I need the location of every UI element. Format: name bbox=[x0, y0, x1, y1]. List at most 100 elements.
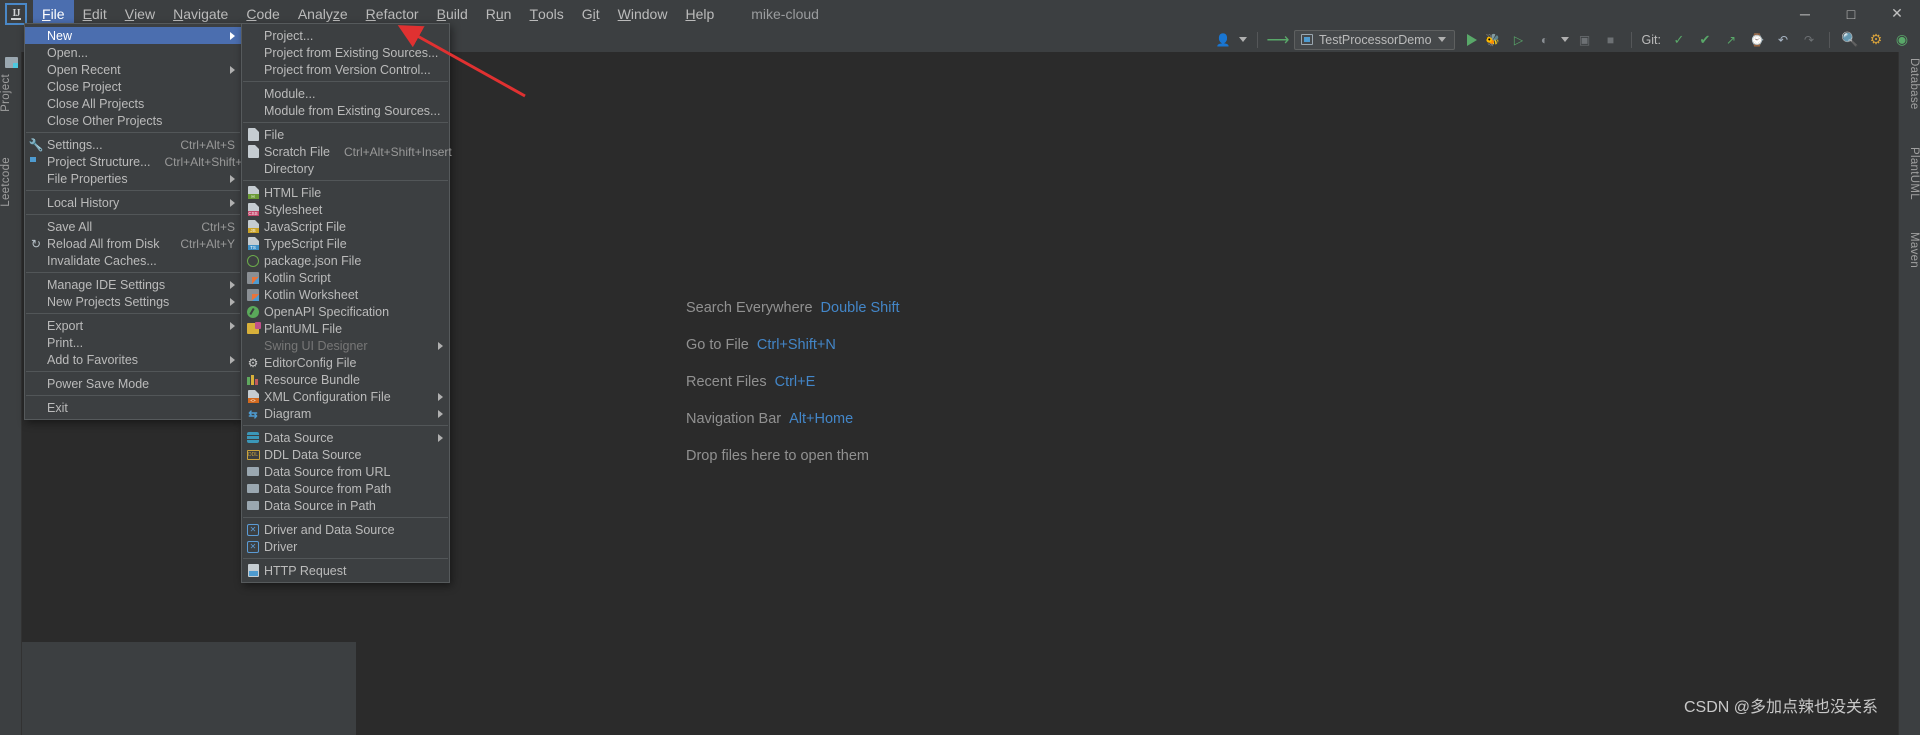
new-menu-item-plantuml-file[interactable]: PlantUML File bbox=[242, 320, 449, 337]
file-menu-item-invalidate-caches[interactable]: Invalidate Caches... bbox=[25, 252, 241, 269]
sidebar-item-maven[interactable]: Maven bbox=[1898, 232, 1920, 268]
attach-icon[interactable]: ▣ bbox=[1575, 30, 1595, 50]
new-menu-item-scratch-file[interactable]: Scratch File Ctrl+Alt+Shift+Insert bbox=[242, 143, 452, 160]
new-menu-item-kotlin-worksheet[interactable]: Kotlin Worksheet bbox=[242, 286, 449, 303]
watermark-text: CSDN @多加点辣也没关系 bbox=[1683, 699, 1878, 716]
sidebar-item-leetcode[interactable]: Leetcode bbox=[0, 157, 22, 207]
minimize-button[interactable]: ─ bbox=[1782, 0, 1828, 27]
new-menu-item-file[interactable]: File bbox=[242, 126, 449, 143]
new-menu-item-resource-bundle[interactable]: Resource Bundle bbox=[242, 371, 449, 388]
redo-icon[interactable]: ↷ bbox=[1799, 30, 1819, 50]
driver-icon: ✕ bbox=[247, 540, 259, 553]
window-user-label: mike-cloud bbox=[751, 5, 819, 22]
close-button[interactable]: ✕ bbox=[1874, 0, 1920, 27]
new-menu-item-directory[interactable]: Directory bbox=[242, 160, 449, 177]
new-menu-item-kotlin-script[interactable]: Kotlin Script bbox=[242, 269, 449, 286]
git-update-icon[interactable]: ✓ bbox=[1669, 30, 1689, 50]
profiler-icon[interactable]: ◐ bbox=[1535, 30, 1555, 50]
configuration-icon bbox=[1301, 34, 1313, 45]
menu-item-icon-slot bbox=[242, 304, 264, 320]
new-menu-item-project[interactable]: Project... bbox=[242, 27, 449, 44]
new-menu-item-ddl-data-source[interactable]: DDL DDL Data Source bbox=[242, 446, 449, 463]
file-menu-item-settings[interactable]: 🔧 Settings... Ctrl+Alt+S bbox=[25, 136, 241, 153]
menubar-item-help[interactable]: Help bbox=[676, 0, 723, 27]
file-menu-item-reload-all-from-disk[interactable]: ↻ Reload All from Disk Ctrl+Alt+Y bbox=[25, 235, 241, 252]
file-menu-item-add-to-favorites[interactable]: Add to Favorites bbox=[25, 351, 241, 368]
menu-item-label: Kotlin Worksheet bbox=[264, 287, 359, 302]
new-menu-item-stylesheet[interactable]: CSS Stylesheet bbox=[242, 201, 449, 218]
chevron-down-icon[interactable] bbox=[1239, 37, 1247, 42]
menu-separator bbox=[243, 425, 448, 426]
menu-item-label: Open... bbox=[47, 45, 88, 60]
file-menu-item-exit[interactable]: Exit bbox=[25, 399, 241, 416]
undo-icon[interactable]: ↶ bbox=[1773, 30, 1793, 50]
plantuml-icon bbox=[247, 322, 261, 334]
sidebar-item-plantuml[interactable]: PlantUML bbox=[1898, 147, 1920, 200]
menu-item-label: Close Project bbox=[47, 79, 122, 94]
menu-item-icon-slot bbox=[242, 338, 264, 354]
new-menu-item-typescript-file[interactable]: TS TypeScript File bbox=[242, 235, 449, 252]
data-source-icon bbox=[247, 432, 259, 443]
menubar-item-git[interactable]: Git bbox=[573, 0, 609, 27]
new-menu-item-data-source-from-path[interactable]: Data Source from Path bbox=[242, 480, 449, 497]
new-menu-item-editorconfig-file[interactable]: ⚙ EditorConfig File bbox=[242, 354, 449, 371]
file-menu-item-manage-ide-settings[interactable]: Manage IDE Settings bbox=[25, 276, 241, 293]
file-menu-item-new-projects-settings[interactable]: New Projects Settings bbox=[25, 293, 241, 310]
new-menu-item-http-request[interactable]: HTTP Request bbox=[242, 562, 449, 579]
plugin-icon[interactable]: ◉ bbox=[1892, 30, 1912, 50]
menubar-item-run[interactable]: Run bbox=[477, 0, 521, 27]
file-menu-item-export[interactable]: Export bbox=[25, 317, 241, 334]
file-menu-item-power-save-mode[interactable]: Power Save Mode bbox=[25, 375, 241, 392]
run-icon[interactable] bbox=[1466, 33, 1477, 46]
file-menu-item-close-all-projects[interactable]: Close All Projects bbox=[25, 95, 241, 112]
file-menu-item-save-all[interactable]: Save All Ctrl+S bbox=[25, 218, 241, 235]
file-menu-item-close-other-projects[interactable]: Close Other Projects bbox=[25, 112, 241, 129]
new-menu-item-data-source-in-path[interactable]: Data Source in Path bbox=[242, 497, 449, 514]
file-menu-item-local-history[interactable]: Local History bbox=[25, 194, 241, 211]
debug-icon[interactable]: 🐝 bbox=[1483, 30, 1503, 50]
new-menu-item-openapi-specification[interactable]: OpenAPI Specification bbox=[242, 303, 449, 320]
chevron-down-icon[interactable] bbox=[1560, 37, 1569, 42]
user-avatar-icon[interactable]: 👤 bbox=[1213, 30, 1233, 50]
new-menu-item-data-source-from-url[interactable]: Data Source from URL bbox=[242, 463, 449, 480]
new-menu-item-data-source[interactable]: Data Source bbox=[242, 429, 449, 446]
new-menu-item-xml-configuration-file[interactable]: <> XML Configuration File bbox=[242, 388, 449, 405]
sidebar-item-project[interactable]: Project bbox=[0, 74, 22, 112]
file-menu-item-print[interactable]: Print... bbox=[25, 334, 241, 351]
new-menu-item-html-file[interactable]: H HTML File bbox=[242, 184, 449, 201]
file-menu-item-close-project[interactable]: Close Project bbox=[25, 78, 241, 95]
git-commit-icon[interactable]: ✔ bbox=[1695, 30, 1715, 50]
stop-icon[interactable]: ■ bbox=[1601, 30, 1621, 50]
settings-icon[interactable]: ⚙ bbox=[1866, 30, 1886, 50]
file-menu-item-open[interactable]: Open... bbox=[25, 44, 241, 61]
file-menu-item-new[interactable]: New bbox=[25, 27, 241, 44]
new-menu-item-project-from-version-control[interactable]: Project from Version Control... bbox=[242, 61, 449, 78]
file-menu-item-project-structure[interactable]: Project Structure... Ctrl+Alt+Shift+S bbox=[25, 153, 250, 170]
search-icon[interactable]: 🔍 bbox=[1840, 30, 1860, 50]
new-menu-item-diagram[interactable]: ⇆ Diagram bbox=[242, 405, 449, 422]
new-menu-item-module-from-existing-sources[interactable]: Module from Existing Sources... bbox=[242, 102, 449, 119]
file-menu-dropdown[interactable]: New Open... Open Recent Close Project Close … bbox=[24, 23, 250, 420]
menu-item-icon-slot: 🔧 bbox=[25, 137, 47, 153]
new-menu-item-javascript-file[interactable]: JS JavaScript File bbox=[242, 218, 449, 235]
new-menu-item-module[interactable]: Module... bbox=[242, 85, 449, 102]
new-submenu-dropdown[interactable]: Project... Project from Existing Sources.… bbox=[241, 23, 452, 583]
run-configuration-selector[interactable]: TestProcessorDemo bbox=[1294, 29, 1455, 50]
menu-item-label: Kotlin Script bbox=[264, 270, 331, 285]
file-menu-item-open-recent[interactable]: Open Recent bbox=[25, 61, 241, 78]
sidebar-item-database[interactable]: Database bbox=[1898, 58, 1920, 110]
new-menu-item-package-json-file[interactable]: package.json File bbox=[242, 252, 449, 269]
history-icon[interactable]: ⌚ bbox=[1747, 30, 1767, 50]
css-file-icon: CSS bbox=[247, 203, 259, 216]
new-menu-item-driver-and-data-source[interactable]: ✕ Driver and Data Source bbox=[242, 521, 449, 538]
menubar-item-tools[interactable]: Tools bbox=[520, 0, 572, 27]
hammer-build-icon[interactable]: ⟶ bbox=[1267, 30, 1290, 50]
maximize-button[interactable]: □ bbox=[1828, 0, 1874, 27]
menu-item-label: Module from Existing Sources... bbox=[264, 103, 441, 118]
file-menu-item-file-properties[interactable]: File Properties bbox=[25, 170, 241, 187]
git-push-icon[interactable]: ↗ bbox=[1721, 30, 1741, 50]
run-coverage-icon[interactable]: ▷ bbox=[1509, 30, 1529, 50]
new-menu-item-project-from-existing-sources[interactable]: Project from Existing Sources... bbox=[242, 44, 449, 61]
menubar-item-window[interactable]: Window bbox=[609, 0, 677, 27]
new-menu-item-driver[interactable]: ✕ Driver bbox=[242, 538, 449, 555]
